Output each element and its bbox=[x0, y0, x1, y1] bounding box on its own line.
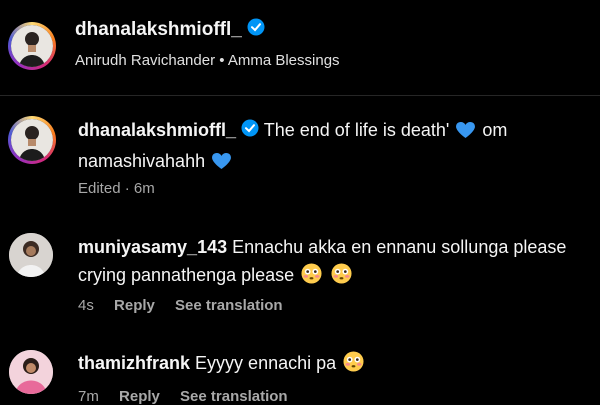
verified-badge-icon bbox=[247, 18, 265, 42]
flushed-face-emoji bbox=[343, 351, 364, 380]
flushed-face-emoji bbox=[331, 263, 352, 292]
comment-time: 7m bbox=[78, 388, 99, 405]
comment-text: muniyasamy_143 Ennachu akka en ennanu so… bbox=[78, 233, 593, 292]
comment-text: thamizhfrank Eyyyy ennachi pa bbox=[78, 349, 593, 380]
caption-line1: The end of life is death' bbox=[263, 120, 450, 140]
verified-badge-icon bbox=[241, 117, 259, 145]
comment-meta: 4s Reply See translation bbox=[78, 297, 299, 314]
reply-button[interactable]: Reply bbox=[114, 297, 155, 314]
owner-avatar[interactable] bbox=[8, 22, 56, 70]
see-translation-button[interactable]: See translation bbox=[175, 297, 283, 314]
blue-heart-icon bbox=[212, 150, 232, 178]
reply-button[interactable]: Reply bbox=[119, 388, 160, 405]
comment-meta: 7m Reply See translation bbox=[78, 388, 304, 405]
comment-line1: Eyyyy ennachi pa bbox=[195, 353, 337, 373]
commenter-username[interactable]: thamizhfrank bbox=[78, 353, 190, 373]
comment-line1: Ennachu akka en ennanu sollunga please bbox=[232, 237, 567, 257]
flushed-face-emoji bbox=[301, 263, 322, 292]
audio-subtitle[interactable]: Anirudh Ravichander • Amma Blessings bbox=[75, 52, 340, 69]
owner-username-row[interactable]: dhanalakshmioffl_ bbox=[75, 18, 265, 42]
blue-heart-icon bbox=[456, 119, 476, 147]
owner-username[interactable]: dhanalakshmioffl_ bbox=[75, 19, 242, 40]
commenter-avatar[interactable] bbox=[9, 233, 53, 277]
comment-time: 4s bbox=[78, 297, 94, 314]
header-divider bbox=[0, 95, 600, 96]
caption-line2: namashivahahh bbox=[78, 151, 206, 171]
caption-avatar[interactable] bbox=[8, 116, 56, 164]
comment-line2: crying pannathenga please bbox=[78, 265, 295, 285]
caption-meta: Edited · 6m bbox=[78, 180, 171, 197]
caption-status: Edited · 6m bbox=[78, 180, 155, 197]
post-header: dhanalakshmioffl_ Anirudh Ravichander • … bbox=[0, 0, 600, 95]
caption-username[interactable]: dhanalakshmioffl_ bbox=[78, 120, 236, 140]
commenter-avatar[interactable] bbox=[9, 350, 53, 394]
caption-line1-tail: om bbox=[482, 120, 508, 140]
caption-text: dhanalakshmioffl_ The end of life is dea… bbox=[78, 116, 593, 178]
commenter-username[interactable]: muniyasamy_143 bbox=[78, 237, 227, 257]
see-translation-button[interactable]: See translation bbox=[180, 388, 288, 405]
